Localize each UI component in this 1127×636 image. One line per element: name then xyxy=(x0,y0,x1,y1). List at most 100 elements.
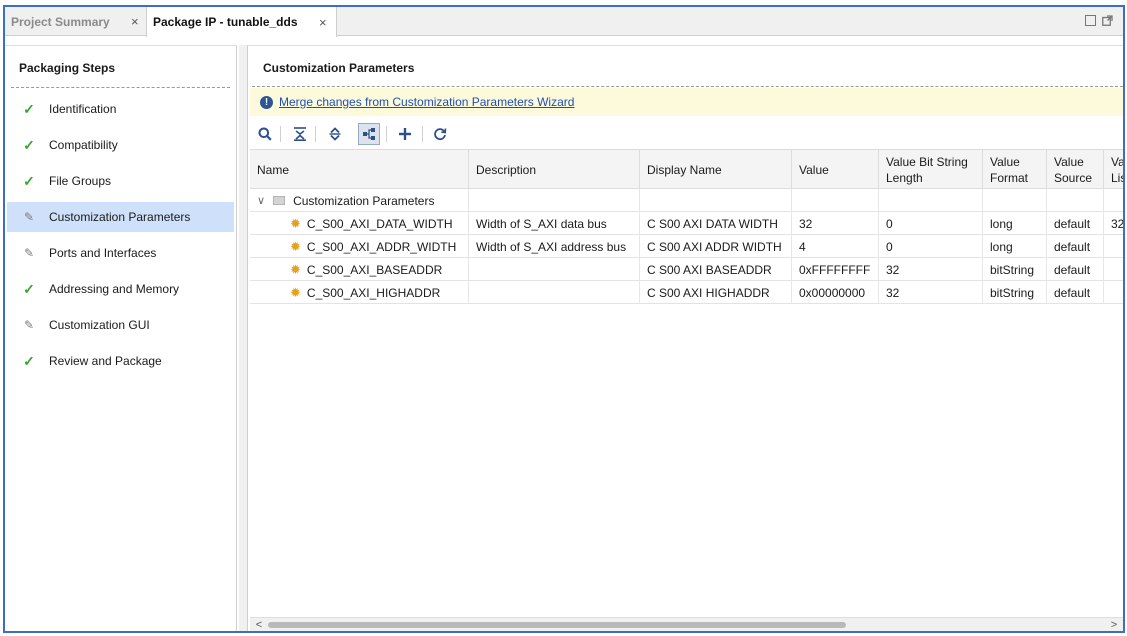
param-value-list xyxy=(1104,235,1123,258)
parameters-table: Name Description Display Name Value Valu… xyxy=(250,149,1123,304)
column-header-display-name[interactable]: Display Name xyxy=(640,150,792,190)
step-label: Compatibility xyxy=(49,138,118,152)
search-icon[interactable] xyxy=(254,123,276,145)
toolbar-separator xyxy=(280,126,281,142)
step-customization-parameters[interactable]: ✎ Customization Parameters xyxy=(7,202,234,232)
edit-icon: ✎ xyxy=(23,246,35,260)
table-row[interactable]: ✹ C_S00_AXI_BASEADDR C S00 AXI BASEADDR 0… xyxy=(250,258,1123,281)
column-header-description[interactable]: Description xyxy=(469,150,640,190)
checkmark-icon: ✓ xyxy=(23,280,35,297)
param-source: default xyxy=(1047,212,1104,235)
tab-label: Package IP - tunable_dds xyxy=(153,15,298,29)
close-icon[interactable]: × xyxy=(319,15,327,30)
info-icon: ! xyxy=(260,95,273,109)
page-title: Customization Parameters xyxy=(263,61,415,75)
column-header-value-list[interactable]: Va Lis xyxy=(1104,150,1123,190)
scroll-right-icon[interactable]: > xyxy=(1107,618,1121,631)
table-row[interactable]: ✹ C_S00_AXI_DATA_WIDTH Width of S_AXI dat… xyxy=(250,212,1123,235)
param-description xyxy=(469,258,640,281)
horizontal-scrollbar[interactable]: < > xyxy=(250,617,1123,631)
param-value: 4 xyxy=(792,235,879,258)
merge-changes-link[interactable]: Merge changes from Customization Paramet… xyxy=(279,95,574,109)
step-label: Ports and Interfaces xyxy=(49,246,157,260)
edit-icon: ✎ xyxy=(23,210,35,224)
param-value-list xyxy=(1104,281,1123,304)
table-row[interactable]: ✹ C_S00_AXI_ADDR_WIDTH Width of S_AXI add… xyxy=(250,235,1123,258)
step-customization-gui[interactable]: ✎ Customization GUI xyxy=(7,310,234,340)
maximize-icon[interactable] xyxy=(1085,15,1096,26)
step-addressing-and-memory[interactable]: ✓ Addressing and Memory xyxy=(7,274,234,304)
param-display-name: C S00 AXI DATA WIDTH xyxy=(640,212,792,235)
param-value-list: 32 xyxy=(1111,216,1123,231)
chevron-down-icon[interactable]: ∨ xyxy=(257,194,265,207)
param-name: C_S00_AXI_DATA_WIDTH xyxy=(306,216,453,231)
step-review-and-package[interactable]: ✓ Review and Package xyxy=(7,346,234,376)
gear-icon: ✹ xyxy=(290,284,301,300)
param-bit-length: 32 xyxy=(879,281,983,304)
column-header-value[interactable]: Value xyxy=(792,150,879,190)
scrollbar-thumb[interactable] xyxy=(268,622,846,628)
step-label: Addressing and Memory xyxy=(49,282,180,296)
table-header: Name Description Display Name Value Valu… xyxy=(250,149,1123,190)
scroll-left-icon[interactable]: < xyxy=(252,618,266,631)
tab-project-summary[interactable]: Project Summary × xyxy=(5,7,146,36)
collapse-all-icon[interactable] xyxy=(289,123,311,145)
checkmark-icon: ✓ xyxy=(23,136,35,153)
customization-parameters-panel: Customization Parameters ! Merge changes… xyxy=(247,45,1123,631)
step-file-groups[interactable]: ✓ File Groups xyxy=(7,166,234,196)
param-display-name: C S00 AXI BASEADDR xyxy=(640,258,792,281)
step-identification[interactable]: ✓ Identification xyxy=(7,94,234,124)
add-icon[interactable] xyxy=(394,123,416,145)
param-value: 0xFFFFFFFF xyxy=(792,258,879,281)
divider xyxy=(252,86,1123,87)
tab-package-ip[interactable]: Package IP - tunable_dds × xyxy=(146,7,337,37)
ip-packager-window: Project Summary × Package IP - tunable_d… xyxy=(3,5,1125,633)
table-row[interactable]: ✹ C_S00_AXI_HIGHADDR C S00 AXI HIGHADDR 0… xyxy=(250,281,1123,304)
param-name: C_S00_AXI_BASEADDR xyxy=(306,262,443,277)
expand-all-icon[interactable] xyxy=(324,123,346,145)
hierarchy-icon[interactable] xyxy=(358,123,380,145)
step-label: Review and Package xyxy=(49,354,162,368)
param-format: bitString xyxy=(983,258,1047,281)
column-header-value-format[interactable]: Value Format xyxy=(983,150,1047,190)
step-ports-and-interfaces[interactable]: ✎ Ports and Interfaces xyxy=(7,238,234,268)
checkmark-icon: ✓ xyxy=(23,352,35,369)
toolbar-separator xyxy=(315,126,316,142)
group-label: Customization Parameters xyxy=(293,193,435,208)
close-icon[interactable]: × xyxy=(131,14,139,29)
panel-title: Packaging Steps xyxy=(19,61,116,75)
param-display-name: C S00 AXI HIGHADDR xyxy=(640,281,792,304)
param-source: default xyxy=(1047,281,1104,304)
divider xyxy=(11,87,230,88)
param-display-name: C S00 AXI ADDR WIDTH xyxy=(640,235,792,258)
column-header-value-source[interactable]: Value Source xyxy=(1047,150,1104,190)
gear-icon: ✹ xyxy=(290,215,301,231)
gear-icon: ✹ xyxy=(290,261,301,277)
column-header-bit-string-length[interactable]: Value Bit String Length xyxy=(879,150,983,190)
param-format: long xyxy=(983,212,1047,235)
param-bit-length: 32 xyxy=(879,258,983,281)
param-value: 0x00000000 xyxy=(792,281,879,304)
float-icon[interactable] xyxy=(1102,15,1113,26)
toolbar-separator xyxy=(386,126,387,142)
param-name: C_S00_AXI_HIGHADDR xyxy=(306,285,441,300)
step-compatibility[interactable]: ✓ Compatibility xyxy=(7,130,234,160)
param-value: 32 xyxy=(792,212,879,235)
edit-icon: ✎ xyxy=(23,318,35,332)
param-format: long xyxy=(983,235,1047,258)
param-format: bitString xyxy=(983,281,1047,304)
step-label: File Groups xyxy=(49,174,112,188)
column-header-name[interactable]: Name xyxy=(250,150,469,190)
tab-label: Project Summary xyxy=(11,14,110,29)
checkmark-icon: ✓ xyxy=(23,100,35,117)
table-group-row[interactable]: ∨ Customization Parameters xyxy=(250,189,1123,212)
param-description: Width of S_AXI data bus xyxy=(469,212,640,235)
param-value-list xyxy=(1104,258,1123,281)
toolbar xyxy=(250,118,1123,148)
param-bit-length: 0 xyxy=(879,235,983,258)
panel-splitter[interactable] xyxy=(239,45,247,631)
toolbar-separator xyxy=(422,126,423,142)
param-description: Width of S_AXI address bus xyxy=(469,235,640,258)
refresh-icon[interactable] xyxy=(429,123,451,145)
param-source: default xyxy=(1047,235,1104,258)
